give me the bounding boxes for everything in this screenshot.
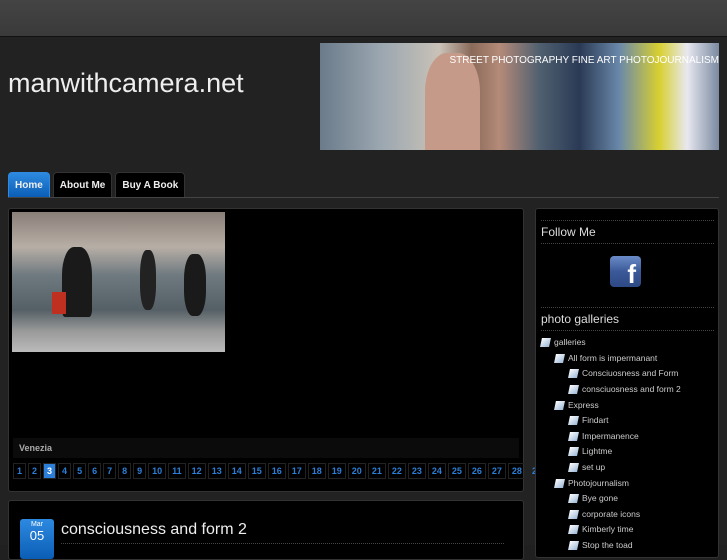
page-button[interactable]: 25 xyxy=(447,463,466,479)
slideshow-panel: Venezia 1 2 3 4 5 6 7 8 9 10 11 12 13 14 15 16 17 18 19 20 2… xyxy=(8,208,546,492)
browser-top-bar xyxy=(0,0,727,36)
page-button[interactable]: 27 xyxy=(487,463,506,479)
page-icon xyxy=(568,385,579,395)
tab-buy-a-book[interactable]: Buy A Book xyxy=(115,172,186,197)
page-button[interactable]: 18 xyxy=(307,463,326,479)
page-icon xyxy=(568,369,579,379)
page-button[interactable]: 28 xyxy=(507,463,526,479)
gallery-item[interactable]: Photojournalism xyxy=(541,475,681,491)
gallery-item[interactable]: corporate icons xyxy=(541,507,681,523)
page-button[interactable]: 13 xyxy=(207,463,226,479)
header-banner-image: STREET PHOTOGRAPHY FINE ART PHOTOJOURNAL… xyxy=(320,43,719,150)
photo-bag xyxy=(52,292,66,314)
page-button[interactable]: 16 xyxy=(267,463,286,479)
gallery-item-label: All form is impermanant xyxy=(568,352,658,363)
gallery-item[interactable]: Lightme xyxy=(541,444,681,460)
facebook-icon[interactable]: f xyxy=(610,256,641,287)
tab-about-me[interactable]: About Me xyxy=(52,172,113,197)
gallery-item[interactable]: set up xyxy=(541,460,681,476)
page-button[interactable]: 7 xyxy=(103,463,117,479)
page-icon xyxy=(568,431,579,441)
gallery-item-label: Consciuosness and Form xyxy=(582,368,679,379)
gallery-item-label: Stop the toad xyxy=(582,540,633,551)
page-button[interactable]: 14 xyxy=(227,463,246,479)
photo-galleries-title: photo galleries xyxy=(541,307,714,331)
page-icon xyxy=(568,509,579,519)
post-day: 05 xyxy=(29,528,45,543)
gallery-item[interactable]: Kimberly time xyxy=(541,522,681,538)
page-button[interactable]: 2 xyxy=(28,463,42,479)
gallery-item-label: set up xyxy=(582,462,606,473)
page-button[interactable]: 9 xyxy=(133,463,147,479)
page-button[interactable]: 23 xyxy=(407,463,426,479)
gallery-item-label: corporate icons xyxy=(582,508,641,519)
page-button[interactable]: 1 xyxy=(13,463,27,479)
main-nav: Home About Me Buy A Book xyxy=(8,172,186,197)
gallery-item[interactable]: Stop the toad xyxy=(541,538,681,554)
page-button[interactable]: 5 xyxy=(73,463,87,479)
site-title[interactable]: manwithcamera.net xyxy=(8,68,244,99)
page-button[interactable]: 15 xyxy=(247,463,266,479)
gallery-item-label: Photojournalism xyxy=(568,477,629,488)
banner-tagline: STREET PHOTOGRAPHY FINE ART PHOTOJOURNAL… xyxy=(449,55,719,66)
post-title-divider xyxy=(61,543,504,544)
page-button[interactable]: 20 xyxy=(347,463,366,479)
page-button[interactable]: 4 xyxy=(58,463,72,479)
page-button[interactable]: 12 xyxy=(187,463,206,479)
gallery-tree: galleries All form is impermanant Consciuo… xyxy=(540,335,681,554)
page-icon xyxy=(568,447,579,457)
post-panel: Mar 05 consciousness and form 2 xyxy=(8,500,524,560)
page-icon xyxy=(568,416,579,426)
gallery-item-label: Express xyxy=(568,399,599,410)
page-button[interactable]: 26 xyxy=(467,463,486,479)
page-button[interactable]: 10 xyxy=(148,463,167,479)
sidebar: Follow Me f photo galleries galleries All… xyxy=(535,208,719,558)
page-icon xyxy=(540,338,551,348)
page-icon xyxy=(568,494,579,504)
banner-figure xyxy=(425,53,480,150)
page-button[interactable]: 11 xyxy=(168,463,186,479)
page-icon xyxy=(554,353,565,363)
page-icon xyxy=(554,400,565,410)
page-icon xyxy=(568,525,579,535)
gallery-item-label: Lightme xyxy=(582,446,613,457)
page-icon xyxy=(554,478,565,488)
photo-person xyxy=(184,254,206,316)
page-button[interactable]: 19 xyxy=(327,463,346,479)
page-button[interactable]: 24 xyxy=(427,463,446,479)
slideshow-photo[interactable] xyxy=(12,212,225,352)
post-title[interactable]: consciousness and form 2 xyxy=(61,521,247,539)
page-button[interactable]: 22 xyxy=(387,463,406,479)
page-icon xyxy=(568,463,579,473)
page-button[interactable]: 6 xyxy=(88,463,102,479)
page-button[interactable]: 8 xyxy=(118,463,132,479)
photo-person xyxy=(62,247,92,317)
gallery-item[interactable]: Express xyxy=(541,397,681,413)
page-button[interactable]: 3 xyxy=(43,463,57,479)
post-date-badge: Mar 05 xyxy=(20,519,54,559)
gallery-item[interactable]: Consciuosness and Form xyxy=(541,366,681,382)
slide-caption: Venezia xyxy=(13,438,519,458)
gallery-item[interactable]: galleries xyxy=(540,335,681,351)
gallery-item[interactable]: All form is impermanant xyxy=(541,351,681,367)
gallery-item[interactable]: Impermanence xyxy=(541,429,681,445)
gallery-item[interactable]: consciuosness and form 2 xyxy=(541,382,681,398)
tab-home[interactable]: Home xyxy=(8,172,50,197)
gallery-item-label: galleries xyxy=(554,337,586,348)
page-button[interactable]: 21 xyxy=(367,463,386,479)
gallery-item[interactable]: Bye gone xyxy=(541,491,681,507)
page-button[interactable]: 17 xyxy=(287,463,306,479)
gallery-item-label: Kimberly time xyxy=(582,524,634,535)
post-month: Mar xyxy=(30,521,44,528)
gallery-item[interactable]: Findart xyxy=(541,413,681,429)
gallery-item-label: Bye gone xyxy=(582,493,618,504)
gallery-item-label: Findart xyxy=(582,415,609,426)
nav-divider xyxy=(8,197,719,198)
follow-me-title: Follow Me xyxy=(541,220,714,244)
photo-person xyxy=(140,250,156,310)
page-icon xyxy=(568,541,579,551)
slideshow-pagination: 1 2 3 4 5 6 7 8 9 10 11 12 13 14 15 16 17 18 19 20 21 22 23 24 2… xyxy=(13,463,546,479)
gallery-item-label: consciuosness and form 2 xyxy=(582,384,681,395)
gallery-item-label: Impermanence xyxy=(582,430,639,441)
